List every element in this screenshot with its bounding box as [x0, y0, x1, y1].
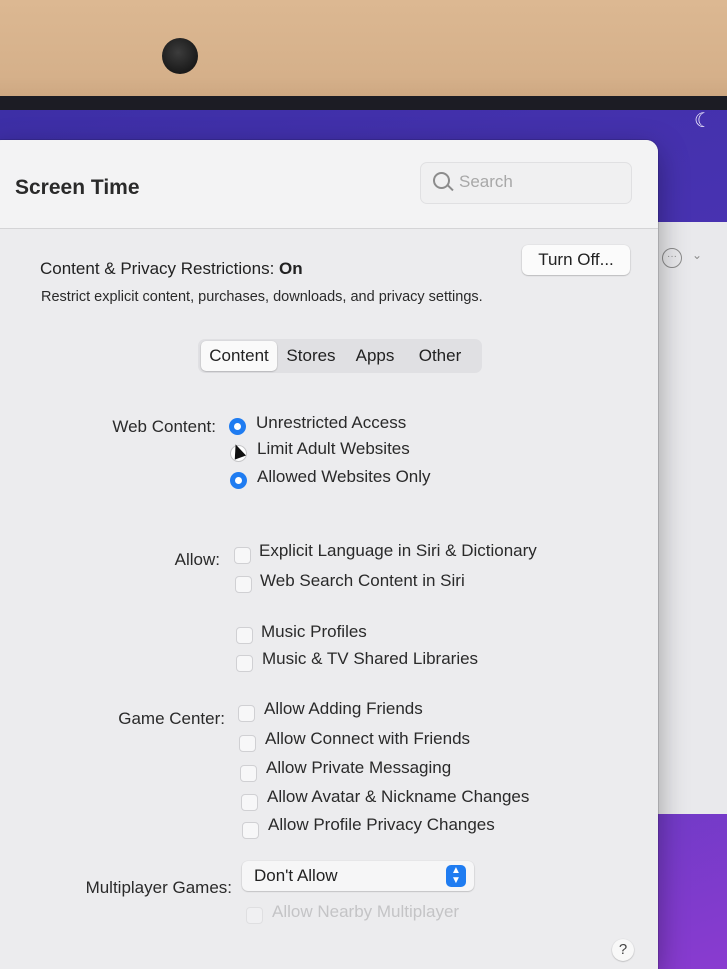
search-input[interactable]	[459, 171, 619, 193]
option-web-search-content: Web Search Content in Siri	[260, 571, 465, 590]
restrictions-description: Restrict explicit content, purchases, do…	[41, 289, 483, 305]
turn-off-button[interactable]: Turn Off...	[522, 245, 630, 275]
option-allow-nearby-multiplayer: Allow Nearby Multiplayer	[272, 902, 460, 921]
option-allow-private-messaging: Allow Private Messaging	[266, 758, 452, 777]
checkbox-explicit-language[interactable]	[234, 547, 251, 564]
checkbox-allow-nearby-multiplayer[interactable]	[246, 907, 263, 924]
laptop-bezel	[0, 0, 727, 110]
multiplayer-games-select[interactable]: Don't Allow ▲ ▼	[242, 861, 474, 891]
tab-content[interactable]: Content	[201, 341, 277, 371]
checkbox-music-tv-shared-libraries[interactable]	[236, 655, 253, 672]
option-allow-avatar-nickname: Allow Avatar & Nickname Changes	[267, 787, 530, 806]
restrictions-status: Content & Privacy Restrictions: On	[40, 259, 303, 279]
tab-bar: Content Stores Apps Other	[198, 339, 482, 373]
up-down-chevron-icon: ▲ ▼	[446, 865, 466, 887]
window-title: Screen Time	[15, 176, 140, 199]
tab-stores[interactable]: Stores	[280, 341, 342, 371]
option-unrestricted-access: Unrestricted Access	[256, 413, 407, 432]
content-pane: Content & Privacy Restrictions: On Restr…	[0, 229, 658, 969]
option-music-tv-shared-libraries: Music & TV Shared Libraries	[262, 649, 479, 668]
option-allow-profile-privacy: Allow Profile Privacy Changes	[268, 815, 495, 834]
checkbox-allow-adding-friends[interactable]	[238, 705, 255, 722]
radio-allowed-websites-only[interactable]	[230, 472, 247, 489]
option-limit-adult-websites: Limit Adult Websites	[257, 439, 410, 458]
tab-apps[interactable]: Apps	[350, 341, 400, 371]
web-content-label: Web Content:	[112, 417, 216, 436]
more-icon[interactable]: ···	[662, 248, 682, 268]
tab-other[interactable]: Other	[412, 341, 468, 371]
option-explicit-language: Explicit Language in Siri & Dictionary	[259, 541, 537, 560]
option-music-profiles: Music Profiles	[261, 622, 367, 641]
allow-label: Allow:	[174, 550, 220, 569]
search-icon	[433, 172, 450, 189]
moon-icon[interactable]: ☾	[694, 110, 716, 132]
checkbox-allow-connect-with-friends[interactable]	[239, 735, 256, 752]
option-allow-adding-friends: Allow Adding Friends	[264, 699, 423, 718]
restrictions-state: On	[279, 259, 303, 278]
checkbox-music-profiles[interactable]	[236, 627, 253, 644]
option-allowed-websites-only: Allowed Websites Only	[257, 467, 431, 486]
game-center-label: Game Center:	[118, 709, 225, 728]
checkbox-web-search-content[interactable]	[235, 576, 252, 593]
restrictions-label: Content & Privacy Restrictions:	[40, 259, 275, 278]
multiplayer-games-label: Multiplayer Games:	[85, 878, 232, 897]
titlebar: Screen Time	[0, 140, 658, 229]
checkbox-allow-private-messaging[interactable]	[240, 765, 257, 782]
camera-icon	[162, 38, 198, 74]
radio-unrestricted-access[interactable]	[229, 418, 246, 435]
chevron-down-icon[interactable]: ⌄	[692, 248, 702, 262]
multiplayer-games-value: Don't Allow	[254, 866, 338, 885]
option-allow-connect-with-friends: Allow Connect with Friends	[265, 729, 471, 748]
screen-time-window: Screen Time Content & Privacy Restrictio…	[0, 140, 658, 969]
checkbox-allow-avatar-nickname[interactable]	[241, 794, 258, 811]
checkbox-allow-profile-privacy[interactable]	[242, 822, 259, 839]
search-field[interactable]	[420, 162, 632, 204]
help-button[interactable]: ?	[612, 939, 634, 961]
